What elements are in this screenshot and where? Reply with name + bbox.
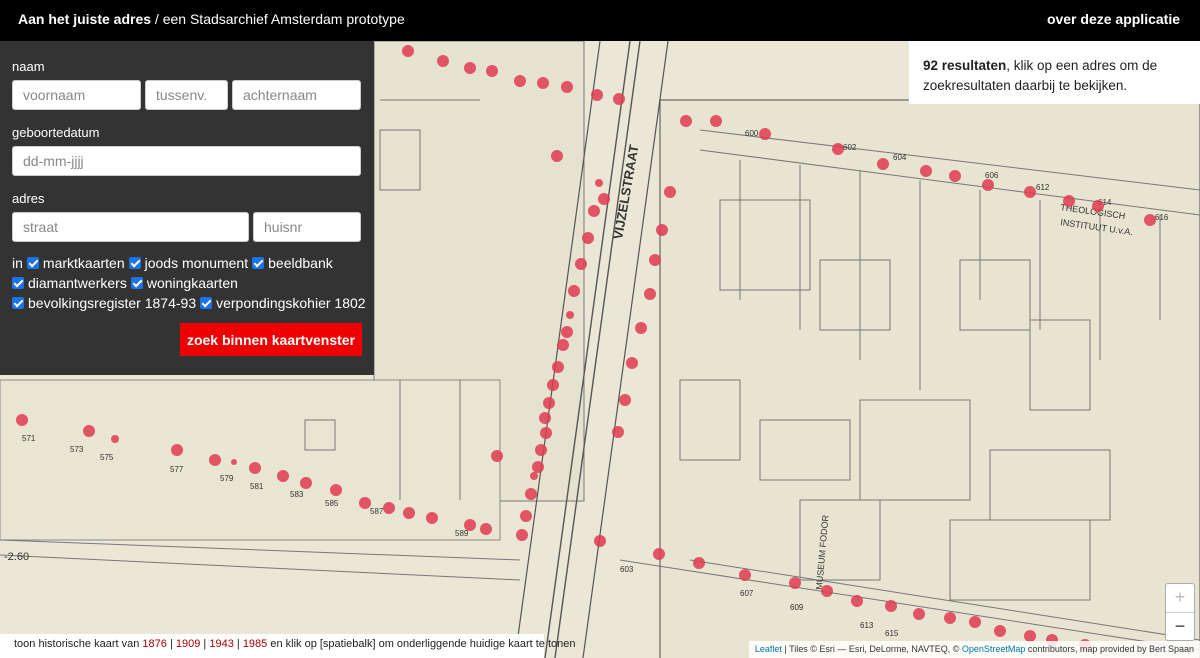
sources-row-1: in marktkaarten joods monument beeldbank <box>12 255 333 271</box>
diamantwerkers-label: diamantwerkers <box>28 275 127 291</box>
svg-text:579: 579 <box>220 474 234 483</box>
checkbox-verpondingskohier[interactable] <box>200 297 213 309</box>
footer-prefix: toon historische kaart van <box>14 638 143 650</box>
svg-text:606: 606 <box>985 171 999 180</box>
svg-text:587: 587 <box>370 507 384 516</box>
beeldbank-label: beeldbank <box>268 255 333 271</box>
svg-text:609: 609 <box>790 603 804 612</box>
svg-text:603: 603 <box>620 565 634 574</box>
bevolkingsregister-label: bevolkingsregister 1874-93 <box>28 295 197 311</box>
svg-text:-2.60: -2.60 <box>4 551 29 563</box>
svg-text:577: 577 <box>170 465 184 474</box>
achternaam-input[interactable] <box>232 80 361 110</box>
svg-text:604: 604 <box>893 153 907 162</box>
separator: | <box>200 638 210 650</box>
top-bar: Aan het juiste adres / een Stadsarchief … <box>0 0 1200 41</box>
attribution-rest: contributors, map provided by Bert Spaan <box>1025 644 1194 654</box>
sources-row-2: diamantwerkers woningkaarten <box>8 275 238 291</box>
osm-link[interactable]: OpenStreetMap <box>962 644 1026 654</box>
zoom-in-button[interactable]: + <box>1166 584 1194 613</box>
checkbox-marktkaarten[interactable] <box>26 257 39 269</box>
svg-text:581: 581 <box>250 482 264 491</box>
verpondingskohier-label: verpondingskohier 1802 <box>216 295 366 311</box>
checkbox-beeldbank[interactable] <box>252 257 265 269</box>
svg-text:607: 607 <box>740 589 754 598</box>
straat-input[interactable] <box>12 212 249 242</box>
search-in-map-button[interactable]: zoek binnen kaartvenster <box>180 323 362 356</box>
svg-text:583: 583 <box>290 490 304 499</box>
results-box: 92 resultaten, klik op een adres om de z… <box>909 41 1200 104</box>
search-panel: naam geboortedatum adres in marktkaarten… <box>0 41 374 375</box>
geboortedatum-input[interactable] <box>12 146 361 176</box>
huisnr-input[interactable] <box>253 212 361 242</box>
geboortedatum-label: geboortedatum <box>12 125 100 140</box>
tiles-credit: | Tiles © Esri — Esri, DeLorme, NAVTEQ, … <box>781 644 962 654</box>
year-1943-link[interactable]: 1943 <box>209 638 233 650</box>
sources-row-3: bevolkingsregister 1874-93 verpondingsko… <box>8 295 366 311</box>
about-link[interactable]: over deze applicatie <box>1047 11 1180 27</box>
results-count: 92 resultaten <box>923 58 1007 73</box>
naam-label: naam <box>12 59 45 74</box>
checkbox-diamantwerkers[interactable] <box>12 277 24 289</box>
tussenvoegsel-input[interactable] <box>145 80 228 110</box>
voornaam-input[interactable] <box>12 80 141 110</box>
year-1876-link[interactable]: 1876 <box>142 638 166 650</box>
svg-text:615: 615 <box>885 629 899 638</box>
checkbox-woningkaarten[interactable] <box>130 277 143 289</box>
svg-text:575: 575 <box>100 453 114 462</box>
in-label: in <box>12 255 23 271</box>
map-attribution: Leaflet | Tiles © Esri — Esri, DeLorme, … <box>748 641 1200 658</box>
checkbox-bevolkingsregister[interactable] <box>12 297 24 309</box>
svg-text:602: 602 <box>843 143 857 152</box>
street-label: VIJZELSTRAAT <box>610 143 641 240</box>
adres-label: adres <box>12 191 45 206</box>
svg-text:589: 589 <box>455 529 469 538</box>
svg-text:600: 600 <box>745 129 759 138</box>
svg-text:571: 571 <box>22 434 36 443</box>
woningkaarten-label: woningkaarten <box>146 275 238 291</box>
svg-text:612: 612 <box>1036 183 1050 192</box>
separator: | <box>233 638 243 650</box>
checkbox-joods-monument[interactable] <box>128 257 141 269</box>
joods-monument-label: joods monument <box>144 255 249 271</box>
historic-map-selector: toon historische kaart van 1876 | 1909 |… <box>0 634 576 658</box>
marktkaarten-label: marktkaarten <box>42 255 125 271</box>
year-1985-link[interactable]: 1985 <box>243 638 267 650</box>
separator: | <box>166 638 176 650</box>
svg-text:616: 616 <box>1155 213 1169 222</box>
app-title: Aan het juiste adres / een Stadsarchief … <box>18 11 405 27</box>
svg-text:613: 613 <box>860 621 874 630</box>
svg-text:585: 585 <box>325 499 339 508</box>
zoom-out-button[interactable]: − <box>1166 613 1194 641</box>
leaflet-link[interactable]: Leaflet <box>755 644 782 654</box>
year-1909-link[interactable]: 1909 <box>176 638 200 650</box>
zoom-control: + − <box>1165 583 1195 641</box>
svg-text:573: 573 <box>70 445 84 454</box>
footer-suffix: en klik op [spatiebalk] om onderliggende… <box>267 638 576 650</box>
